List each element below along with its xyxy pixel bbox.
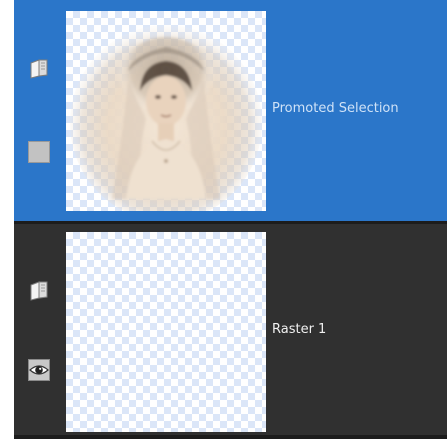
layer-icon-column	[14, 224, 63, 435]
layer-name-label[interactable]: Promoted Selection	[272, 101, 399, 116]
layer-icon-column	[14, 0, 63, 221]
layer-thumbnail[interactable]	[66, 11, 266, 211]
layer-properties-icon[interactable]	[28, 280, 50, 302]
layer-row-raster-1[interactable]: Raster 1	[14, 224, 447, 435]
eye-icon[interactable]	[28, 359, 50, 381]
layer-row-promoted-selection[interactable]: Promoted Selection	[14, 0, 447, 221]
portrait-image	[70, 25, 262, 211]
visibility-toggle-icon[interactable]	[28, 141, 50, 163]
panel-bottom-edge	[14, 435, 447, 439]
layer-thumbnail[interactable]	[66, 232, 266, 432]
layers-panel: Promoted Selection Raster 1	[0, 0, 447, 439]
layer-name-label[interactable]: Raster 1	[272, 322, 326, 337]
layer-properties-icon[interactable]	[28, 58, 50, 80]
layers-list: Promoted Selection Raster 1	[14, 0, 447, 439]
